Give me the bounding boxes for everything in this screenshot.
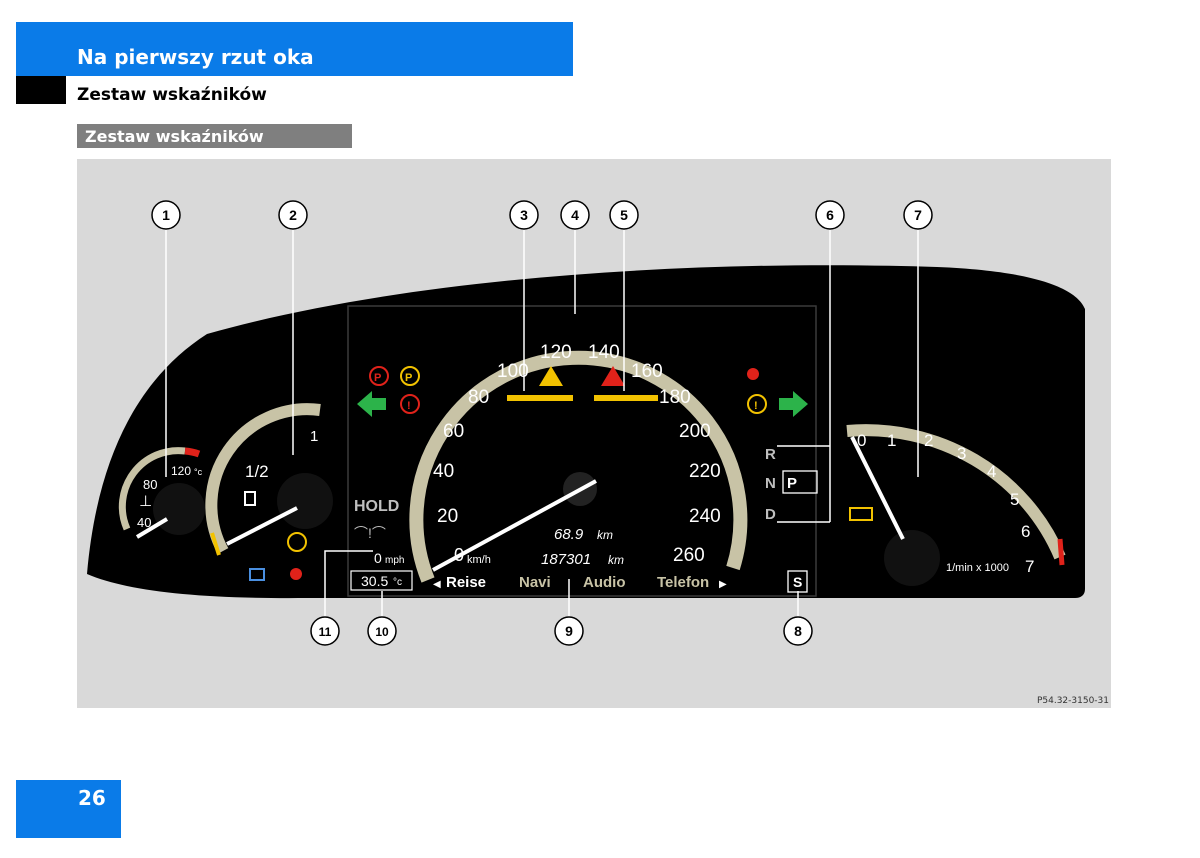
callout-3: 3 xyxy=(509,200,539,230)
coolant-tick-120: 120 xyxy=(171,464,191,478)
menu-item-audio[interactable]: Audio xyxy=(583,574,626,591)
callout-1: 1 xyxy=(151,200,181,230)
speed-tick-180: 180 xyxy=(659,387,691,408)
callout-10: 10 xyxy=(367,616,397,646)
speed-tick-40: 40 xyxy=(433,461,454,482)
svg-text:!: ! xyxy=(754,400,758,412)
svg-text:6: 6 xyxy=(826,207,834,223)
rpm-tick-7: 7 xyxy=(1025,557,1034,576)
header-marker xyxy=(16,76,66,104)
speed-tick-140: 140 xyxy=(588,342,620,363)
coolant-unit: °c xyxy=(194,467,203,477)
callout-2: 2 xyxy=(278,200,308,230)
svg-text:9: 9 xyxy=(565,623,573,639)
page-number: 26 xyxy=(78,786,106,810)
svg-text:3: 3 xyxy=(520,207,528,223)
menu-right-arrow: ▶ xyxy=(719,579,727,590)
temperature-unit: °c xyxy=(393,577,402,588)
odometer-value: 187301 xyxy=(541,551,591,568)
callout-4: 4 xyxy=(560,200,590,230)
speed-tick-20: 20 xyxy=(437,506,458,527)
callout-5: 5 xyxy=(609,200,639,230)
gear-n: N xyxy=(765,475,776,492)
speed-tick-260: 260 xyxy=(673,545,705,566)
sport-mode: S xyxy=(793,574,802,590)
speed-tick-60: 60 xyxy=(443,421,464,442)
coolant-tick-40: 40 xyxy=(137,515,151,530)
fuel-tick-half: 1/2 xyxy=(245,462,269,481)
esp-icon: ⌒!⌒ xyxy=(354,525,386,541)
rpm-tick-6: 6 xyxy=(1021,522,1030,541)
rpm-tick-5: 5 xyxy=(1010,490,1019,509)
gear-r: R xyxy=(765,446,776,463)
menu-left-arrow: ◀ xyxy=(433,579,441,590)
svg-text:4: 4 xyxy=(571,207,579,223)
seatbelt-icon xyxy=(747,368,759,380)
rpm-tick-4: 4 xyxy=(987,462,996,481)
callout-7: 7 xyxy=(903,200,933,230)
temperature-value: 30.5 xyxy=(361,573,388,589)
svg-text:2: 2 xyxy=(289,207,297,223)
svg-text:1: 1 xyxy=(162,207,170,223)
svg-text:P: P xyxy=(405,372,412,384)
svg-text:11: 11 xyxy=(319,625,332,639)
speed-tick-160: 160 xyxy=(631,361,663,382)
mph-value: 0 xyxy=(374,550,382,566)
svg-text:8: 8 xyxy=(794,623,802,639)
speed-tick-200: 200 xyxy=(679,421,711,442)
rpm-tick-0: 0 xyxy=(857,431,866,450)
trip-value: 68.9 xyxy=(554,526,584,543)
speed-tick-240: 240 xyxy=(689,506,721,527)
odometer-unit: km xyxy=(608,553,624,567)
rpm-tick-3: 3 xyxy=(957,444,966,463)
section-subtitle: Zestaw wskaźników xyxy=(77,85,267,105)
instrument-cluster-illustration: 40 80 120 °c ⊥ 1/2 1 P P ! HOLD ⌒!⌒ 0 mp… xyxy=(87,200,1085,646)
svg-text:P: P xyxy=(374,372,381,384)
menu-item-reise[interactable]: Reise xyxy=(446,574,486,591)
menu-item-navi[interactable]: Navi xyxy=(519,574,551,591)
gear-p: P xyxy=(787,475,797,492)
speed-tick-80: 80 xyxy=(468,387,489,408)
distance-bar-right xyxy=(594,395,658,401)
callout-11: 11 xyxy=(310,616,340,646)
callout-8: 8 xyxy=(783,616,813,646)
callout-9: 9 xyxy=(554,616,584,646)
rpm-tick-1: 1 xyxy=(887,431,896,450)
gear-d: D xyxy=(765,506,776,523)
chapter-title: Na pierwszy rzut oka xyxy=(77,45,314,69)
svg-text:10: 10 xyxy=(375,625,389,639)
menu-item-telefon[interactable]: Telefon xyxy=(657,574,709,591)
rpm-tick-2: 2 xyxy=(924,431,933,450)
mph-unit: mph xyxy=(385,555,404,566)
figure-code: P54.32-3150-31 xyxy=(1036,696,1109,706)
svg-text:!: ! xyxy=(407,400,411,412)
rpm-unit: 1/min x 1000 xyxy=(946,562,1009,574)
callout-6: 6 xyxy=(815,200,845,230)
coolant-tick-80: 80 xyxy=(143,477,157,492)
hold-indicator: HOLD xyxy=(354,498,399,515)
svg-text:5: 5 xyxy=(620,207,628,223)
coolant-icon: ⊥ xyxy=(139,493,152,510)
speed-zero: 0 xyxy=(454,545,464,565)
fuel-tick-full: 1 xyxy=(310,428,318,445)
trip-unit: km xyxy=(597,528,613,542)
speed-tick-120: 120 xyxy=(540,342,572,363)
speed-tick-220: 220 xyxy=(689,461,721,482)
distance-bar-left xyxy=(507,395,573,401)
speed-unit: km/h xyxy=(467,554,491,566)
airbag-icon xyxy=(290,568,302,580)
section-label: Zestaw wskaźników xyxy=(85,127,264,146)
svg-text:7: 7 xyxy=(914,207,922,223)
